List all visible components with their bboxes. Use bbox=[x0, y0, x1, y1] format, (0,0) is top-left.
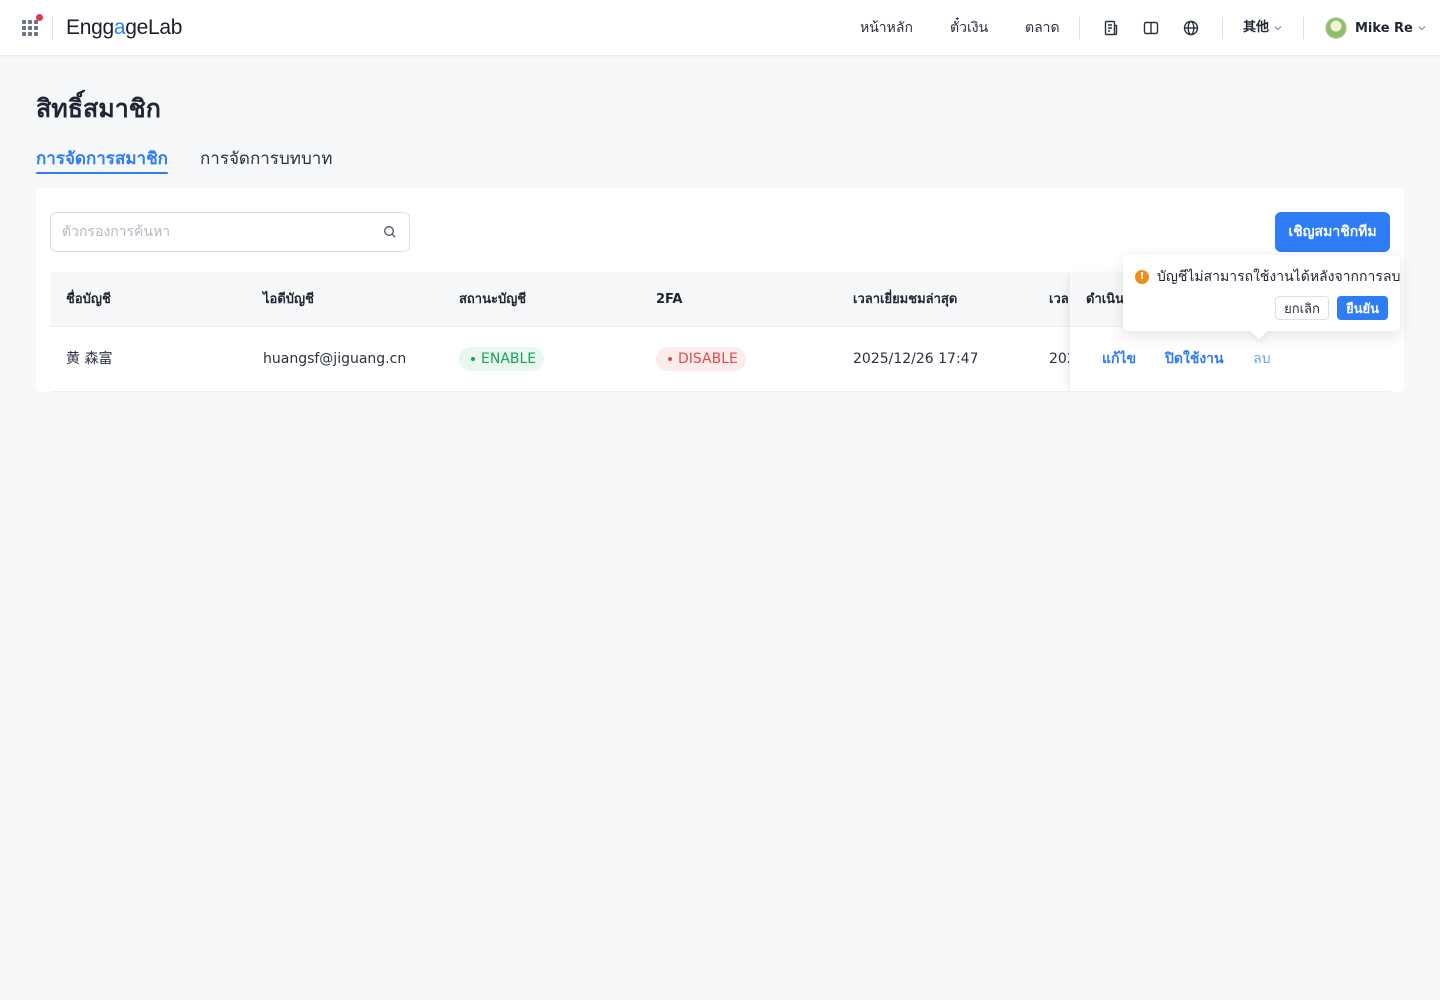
delete-button[interactable]: ลบ bbox=[1253, 349, 1270, 369]
logo-divider bbox=[52, 16, 53, 40]
column-header-account-id: ไอดีบัญชี bbox=[263, 292, 314, 307]
notification-dot bbox=[36, 14, 43, 21]
confirm-button[interactable]: ยืนยัน bbox=[1337, 296, 1388, 320]
user-menu[interactable]: Mike Re bbox=[1325, 16, 1427, 40]
tab-member-management[interactable]: การจัดการสมาชิก bbox=[36, 146, 168, 174]
more-menu[interactable]: 其他 bbox=[1243, 18, 1283, 38]
more-label: 其他 bbox=[1243, 20, 1270, 35]
top-navbar: EnggageLab หน้าหลัก ตั๋วเงิน ตลาด 其他 Mik… bbox=[0, 0, 1440, 56]
column-header-last-visit: เวลาเยี่ยมชมล่าสุด bbox=[853, 292, 958, 307]
cancel-button[interactable]: ยกเลิก bbox=[1275, 296, 1329, 320]
search-icon[interactable] bbox=[383, 225, 397, 239]
search-box bbox=[50, 212, 410, 252]
page-title: สิทธิ์สมาชิก bbox=[36, 94, 161, 123]
cell-time: 202 bbox=[1049, 351, 1069, 367]
chevron-down-icon bbox=[1418, 26, 1426, 31]
column-header-time: เวลา bbox=[1049, 292, 1069, 307]
2fa-badge: DISABLE bbox=[656, 347, 746, 371]
column-header-account-name: ชื่อบัญชี bbox=[66, 292, 111, 307]
actions-row-cell: แก้ไข ปิดใช้งาน ลบ bbox=[1070, 327, 1391, 392]
chevron-down-icon bbox=[1274, 26, 1282, 31]
nav-divider bbox=[1303, 17, 1304, 39]
cell-last-visit: 2025/12/26 17:47 bbox=[853, 351, 979, 367]
tab-role-management[interactable]: การจัดการบทบาท bbox=[200, 146, 332, 172]
globe-icon[interactable] bbox=[1181, 18, 1201, 38]
cell-account-id: huangsf@jiguang.cn bbox=[263, 351, 407, 367]
app-launcher-icon[interactable] bbox=[22, 14, 43, 36]
delete-confirm-popover: ! บัญชีไม่สามารถใช้งานได้หลังจากการลบ ยก… bbox=[1123, 255, 1401, 340]
avatar bbox=[1325, 17, 1347, 39]
user-name: Mike Re bbox=[1355, 20, 1413, 36]
popover-message: บัญชีไม่สามารถใช้งานได้หลังจากการลบ bbox=[1157, 269, 1401, 285]
nav-market[interactable]: ตลาด bbox=[1025, 18, 1060, 38]
column-header-account-status: สถานะบัญชี bbox=[459, 292, 527, 307]
column-header-2fa: 2FA bbox=[656, 292, 683, 307]
edit-button[interactable]: แก้ไข bbox=[1102, 349, 1136, 369]
nav-divider bbox=[1079, 17, 1080, 39]
book-icon[interactable] bbox=[1141, 18, 1161, 38]
document-icon[interactable] bbox=[1101, 18, 1121, 38]
warning-icon: ! bbox=[1135, 270, 1149, 284]
invite-team-member-button[interactable]: เชิญสมาชิกทีม bbox=[1275, 212, 1390, 252]
nav-home[interactable]: หน้าหลัก bbox=[860, 18, 913, 38]
column-header-actions: ดำเนิน bbox=[1086, 292, 1124, 307]
disable-button[interactable]: ปิดใช้งาน bbox=[1165, 349, 1224, 369]
nav-billing[interactable]: ตั๋วเงิน bbox=[950, 18, 988, 38]
engagelab-logo[interactable]: EnggageLab bbox=[66, 14, 182, 42]
cell-account-name: 黄 森富 bbox=[66, 351, 113, 367]
status-badge: ENABLE bbox=[459, 347, 545, 371]
nav-divider bbox=[1222, 17, 1223, 39]
search-input[interactable] bbox=[62, 213, 372, 251]
